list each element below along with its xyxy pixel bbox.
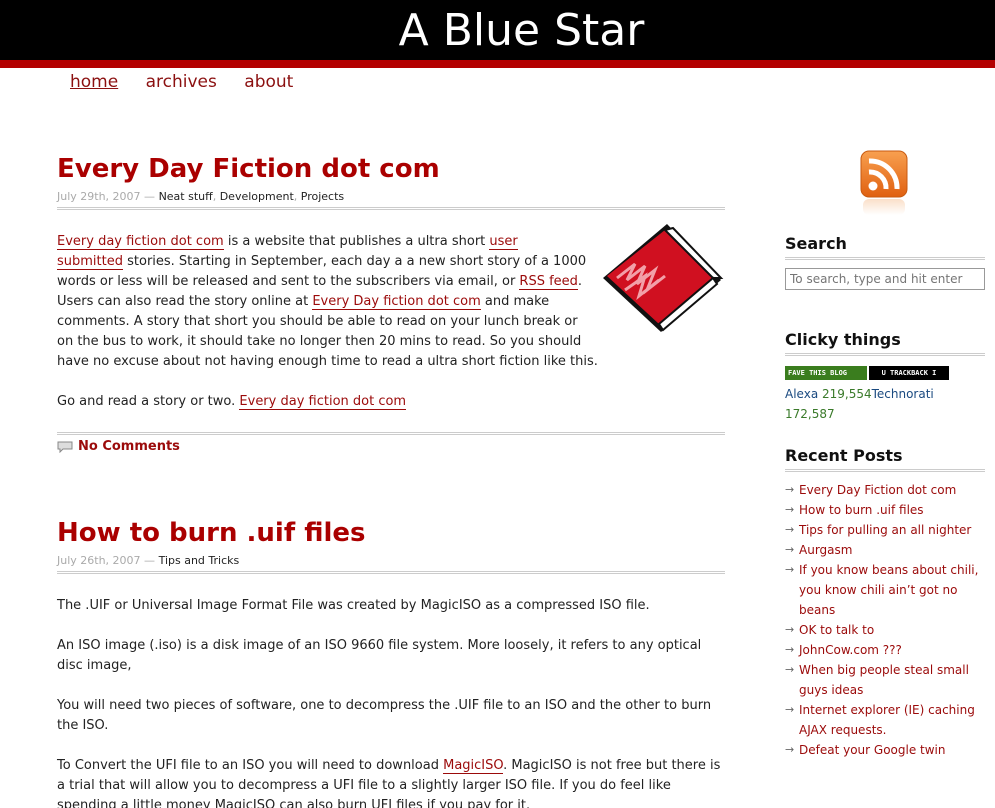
post-title-link[interactable]: How to burn .uif files <box>57 518 366 548</box>
nav-archives[interactable]: archives <box>146 72 217 92</box>
badge-row: FAVE THIS BLOG TECHNORATI U TRACKBACK I … <box>785 366 985 380</box>
list-item: JohnCow.com ??? <box>785 640 985 660</box>
recent-post-link[interactable]: Tips for pulling an all nighter <box>799 523 971 537</box>
alexa-label[interactable]: Alexa <box>785 387 822 401</box>
list-item: Aurgasm <box>785 540 985 560</box>
post-paragraph: Go and read a story or two. Every day fi… <box>57 394 407 410</box>
post-title-link[interactable]: Every Day Fiction dot com <box>57 154 440 184</box>
sidebar: Search Clicky things FAVE THIS BLOG TECH… <box>785 150 985 760</box>
category-link[interactable]: Development <box>220 190 294 203</box>
recent-post-link[interactable]: How to burn .uif files <box>799 503 924 517</box>
list-item: How to burn .uif files <box>785 500 985 520</box>
rss-feed-icon[interactable] <box>860 150 908 220</box>
recent-post-link[interactable]: JohnCow.com ??? <box>799 643 902 657</box>
trackback-badge[interactable]: U TRACKBACK I FOLLOW <box>869 366 949 380</box>
post-paragraph: An ISO image (.iso) is a disk image of a… <box>57 638 702 673</box>
post-meta: July 29th, 2007 — Neat stuff, Developmen… <box>57 190 725 210</box>
list-item: Internet explorer (IE) caching AJAX requ… <box>785 700 985 740</box>
category-link[interactable]: Neat stuff <box>159 190 213 203</box>
post-body: The .UIF or Universal Image Format File … <box>57 596 725 808</box>
search-input[interactable] <box>785 268 985 290</box>
comment-bubble-icon <box>57 441 73 453</box>
post-paragraph: You will need two pieces of software, on… <box>57 698 712 733</box>
post-date: July 26th, 2007 <box>57 554 141 567</box>
red-book-icon <box>603 224 724 332</box>
technorati-rank: 172,587 <box>785 407 835 421</box>
alexa-rank: 219,554 <box>821 387 872 401</box>
post: Every Day Fiction dot com July 29th, 200… <box>57 150 725 454</box>
list-item: When big people steal small guys ideas <box>785 660 985 700</box>
list-item: OK to talk to <box>785 620 985 640</box>
rank-stats: Alexa 219,554Technorati 172,587 <box>785 384 985 424</box>
recent-post-link[interactable]: Every Day Fiction dot com <box>799 483 956 497</box>
list-item: Every Day Fiction dot com <box>785 480 985 500</box>
inline-link[interactable]: Every Day fiction dot com <box>312 294 481 310</box>
inline-link[interactable]: RSS feed <box>519 274 578 290</box>
nav-home[interactable]: home <box>70 72 118 92</box>
recent-post-link[interactable]: If you know beans about chili, you know … <box>799 563 978 617</box>
post-paragraph: To Convert the UFI file to an ISO you wi… <box>57 758 721 808</box>
nav-about[interactable]: about <box>244 72 293 92</box>
clicky-heading: Clicky things <box>785 330 985 356</box>
recent-post-link[interactable]: Defeat your Google twin <box>799 743 946 757</box>
main-nav: home archives about <box>70 72 315 92</box>
recent-post-link[interactable]: OK to talk to <box>799 623 874 637</box>
post: How to burn .uif files July 26th, 2007 —… <box>57 514 725 808</box>
inline-link[interactable]: Every day fiction dot com <box>239 394 407 410</box>
category-link[interactable]: Projects <box>301 190 344 203</box>
list-item: Tips for pulling an all nighter <box>785 520 985 540</box>
post-body: Every day fiction dot com is a website t… <box>57 224 725 412</box>
main-content: Every Day Fiction dot com July 29th, 200… <box>57 150 725 808</box>
header-divider <box>0 60 995 68</box>
recent-posts-list: Every Day Fiction dot com How to burn .u… <box>785 480 985 760</box>
list-item: Defeat your Google twin <box>785 740 985 760</box>
recent-post-link[interactable]: Internet explorer (IE) caching AJAX requ… <box>799 703 975 737</box>
comments-bar: No Comments <box>57 432 725 454</box>
comments-link[interactable]: No Comments <box>78 439 180 454</box>
recent-post-link[interactable]: Aurgasm <box>799 543 852 557</box>
recent-posts-heading: Recent Posts <box>785 446 985 472</box>
post-paragraph: The .UIF or Universal Image Format File … <box>57 598 650 613</box>
inline-link[interactable]: Every day fiction dot com <box>57 234 224 250</box>
recent-post-link[interactable]: When big people steal small guys ideas <box>799 663 969 697</box>
category-link[interactable]: Tips and Tricks <box>159 554 240 567</box>
search-heading: Search <box>785 234 985 260</box>
post-meta: July 26th, 2007 — Tips and Tricks <box>57 554 725 574</box>
inline-link[interactable]: MagicISO <box>443 758 504 774</box>
site-header: A Blue Star <box>0 0 995 68</box>
technorati-label[interactable]: Technorati <box>872 387 934 401</box>
post-date: July 29th, 2007 <box>57 190 141 203</box>
technorati-fave-badge[interactable]: FAVE THIS BLOG TECHNORATI <box>785 366 867 380</box>
list-item: If you know beans about chili, you know … <box>785 560 985 620</box>
site-title[interactable]: A Blue Star <box>0 6 995 56</box>
